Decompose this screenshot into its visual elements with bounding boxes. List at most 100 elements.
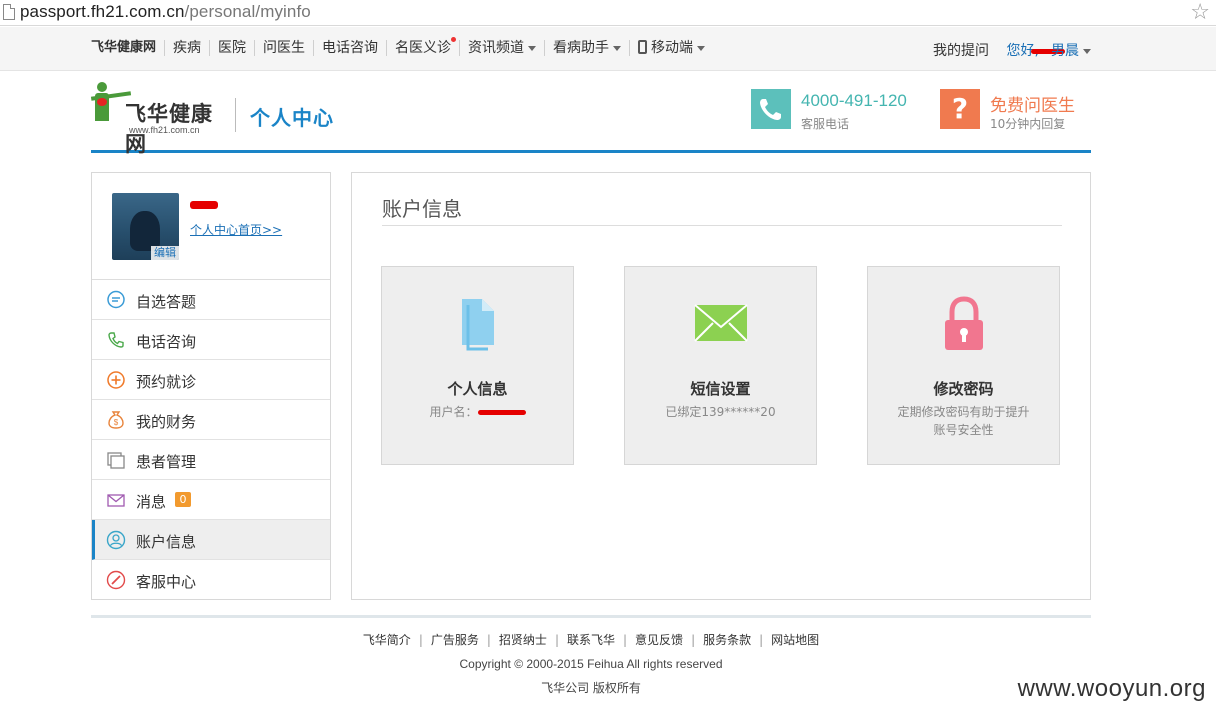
phone-label: 客服电话 xyxy=(801,117,850,131)
site-logo[interactable]: 飞华健康网 www.fh21.com.cn xyxy=(90,82,231,156)
card-personal-info[interactable]: 个人信息 用户名： xyxy=(381,266,574,465)
money-bag-icon: $ xyxy=(108,411,124,429)
ask-doctor-label: 免费问医生 xyxy=(990,96,1075,116)
sidebar-item-label: 我的财务 xyxy=(136,413,197,431)
plus-circle-icon xyxy=(107,371,125,389)
avatar[interactable]: 编辑 xyxy=(112,193,179,260)
nav-phone-consult[interactable]: 电话咨询 xyxy=(313,40,386,56)
profile-home-link[interactable]: 个人中心首页>> xyxy=(190,221,282,238)
user-circle-icon xyxy=(106,530,126,550)
page-title: 个人中心 xyxy=(250,106,334,130)
star-icon[interactable]: ☆ xyxy=(1190,0,1210,25)
footer-link-about[interactable]: 飞华简介 xyxy=(355,633,419,647)
card-desc: 定期修改密码有助于提升账号安全性 xyxy=(897,405,1030,437)
chevron-down-icon xyxy=(1083,48,1091,54)
mobile-phone-icon xyxy=(638,40,648,54)
site-header: 飞华健康网 www.fh21.com.cn 个人中心 4000-491-120 … xyxy=(90,72,1091,156)
url-path: /personal/myinfo xyxy=(184,2,311,21)
footer-links: 飞华简介 | 广告服务 | 招贤纳士 | 联系飞华 | 意见反馈 | 服务条款 | 网站地图 xyxy=(0,631,1182,648)
footer-link-ads[interactable]: 广告服务 xyxy=(423,633,487,647)
profile-card: 编辑 个人中心首页>> xyxy=(92,173,330,280)
nav-assistant-label: 看病助手 xyxy=(553,40,610,56)
logo-figure-head xyxy=(97,82,107,92)
section-title: 账户信息 xyxy=(382,197,462,221)
heart-icon xyxy=(97,98,107,106)
browser-address-bar[interactable]: passport.fh21.com.cn/personal/myinfo ☆ xyxy=(0,0,1216,26)
windows-icon xyxy=(107,452,125,469)
sidebar-item-label: 自选答题 xyxy=(136,293,197,311)
phone-icon xyxy=(751,89,791,129)
nav-mobile[interactable]: 移动端 xyxy=(629,40,713,56)
sidebar-item-messages[interactable]: 消息 0 xyxy=(92,480,330,520)
chevron-down-icon xyxy=(528,45,537,51)
url-host: passport.fh21.com.cn xyxy=(20,2,185,21)
sidebar-item-service-center[interactable]: 客服中心 xyxy=(92,560,330,600)
nav-news[interactable]: 资讯频道 xyxy=(459,40,544,56)
card-desc: 已绑定139******20 xyxy=(665,405,776,419)
sidebar-item-account-info[interactable]: 账户信息 xyxy=(92,520,330,560)
footer-divider xyxy=(91,615,1091,618)
sidebar-item-finance[interactable]: $ 我的财务 xyxy=(92,400,330,440)
card-title: 修改密码 xyxy=(933,380,994,398)
sidebar-item-label: 客服中心 xyxy=(136,573,197,591)
username-text: 男晨 xyxy=(1051,43,1079,59)
user-menu[interactable]: 您好, 男晨 xyxy=(1007,40,1091,60)
url-text[interactable]: passport.fh21.com.cn/personal/myinfo xyxy=(20,2,311,22)
question-mark-icon: ? xyxy=(940,89,980,129)
logo-divider xyxy=(235,98,236,132)
card-title: 短信设置 xyxy=(690,380,751,398)
chat-bubble-icon xyxy=(107,290,125,309)
phone-icon xyxy=(108,332,124,348)
sidebar: 编辑 个人中心首页>> 自选答题 电话咨询 预约就诊 $ 我的财务 患者管理 消… xyxy=(91,172,331,600)
main-panel: 账户信息 个人信息 用户名： 短信设置 已绑定139******20 修改密码 … xyxy=(351,172,1091,600)
card-desc: 用户名： xyxy=(382,403,573,421)
sidebar-menu: 自选答题 电话咨询 预约就诊 $ 我的财务 患者管理 消息 0 账户信息 客服中… xyxy=(92,280,330,600)
card-change-password[interactable]: 修改密码 定期修改密码有助于提升账号安全性 xyxy=(867,266,1060,465)
chevron-down-icon xyxy=(697,45,706,51)
sidebar-item-label: 账户信息 xyxy=(136,533,197,551)
avatar-edit-link[interactable]: 编辑 xyxy=(151,246,179,260)
footer-link-jobs[interactable]: 招贤纳士 xyxy=(491,633,555,647)
footer-link-feedback[interactable]: 意见反馈 xyxy=(627,633,691,647)
card-sms-settings[interactable]: 短信设置 已绑定139******20 xyxy=(624,266,817,465)
sidebar-item-label: 消息 xyxy=(136,493,167,511)
sidebar-item-patients[interactable]: 患者管理 xyxy=(92,440,330,480)
new-dot-icon xyxy=(451,37,457,42)
footer-company: 飞华公司 版权所有 xyxy=(541,681,641,695)
nav-home[interactable]: 飞华健康网 xyxy=(91,40,164,56)
username-redacted xyxy=(190,201,218,209)
nav-ask-doctor[interactable]: 问医生 xyxy=(254,40,313,56)
envelope-icon xyxy=(107,494,125,507)
sidebar-item-label: 电话咨询 xyxy=(136,333,197,351)
nav-disease[interactable]: 疾病 xyxy=(164,40,209,56)
phone-number: 4000-491-120 xyxy=(801,91,907,110)
footer-copyright: Copyright © 2000-2015 Feihua All rights … xyxy=(459,657,723,671)
card-title: 个人信息 xyxy=(447,380,508,398)
sidebar-item-appointment[interactable]: 预约就诊 xyxy=(92,360,330,400)
top-nav: 飞华健康网 疾病 医院 问医生 电话咨询 名医义诊 资讯频道 看病助手 移动端 … xyxy=(0,27,1216,71)
sidebar-item-answer-select[interactable]: 自选答题 xyxy=(92,280,330,320)
sidebar-item-phone-consult[interactable]: 电话咨询 xyxy=(92,320,330,360)
svg-text:$: $ xyxy=(114,418,119,427)
document-icon xyxy=(462,299,494,351)
nav-hospital[interactable]: 医院 xyxy=(209,40,254,56)
sidebar-item-label: 预约就诊 xyxy=(136,373,197,391)
lock-icon xyxy=(945,296,983,350)
nav-free-clinic-label: 名医义诊 xyxy=(395,40,452,56)
footer-link-terms[interactable]: 服务条款 xyxy=(695,633,759,647)
redaction-mark xyxy=(477,410,526,415)
logo-domain: www.fh21.com.cn xyxy=(129,125,200,135)
title-divider xyxy=(382,225,1062,226)
my-questions-link[interactable]: 我的提问 xyxy=(933,40,989,60)
card-desc-label: 用户名： xyxy=(429,405,478,419)
sidebar-item-label: 患者管理 xyxy=(136,453,197,471)
top-nav-links: 飞华健康网 疾病 医院 问医生 电话咨询 名医义诊 资讯频道 看病助手 移动端 xyxy=(91,37,713,56)
nav-news-label: 资讯频道 xyxy=(468,40,525,56)
envelope-icon xyxy=(694,304,748,342)
ask-doctor-sub: 10分钟内回复 xyxy=(990,117,1066,131)
footer-link-sitemap[interactable]: 网站地图 xyxy=(763,633,827,647)
nav-free-clinic[interactable]: 名医义诊 xyxy=(386,37,459,56)
footer-link-contact[interactable]: 联系飞华 xyxy=(559,633,623,647)
page-icon xyxy=(3,4,15,20)
nav-assistant[interactable]: 看病助手 xyxy=(544,40,629,56)
